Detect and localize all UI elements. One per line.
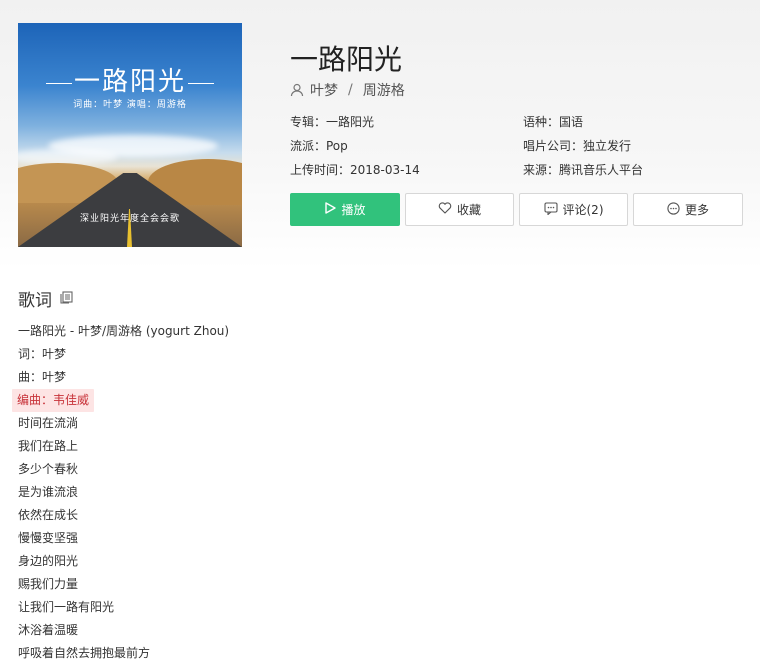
artist-line: 叶梦 / 周游格: [290, 80, 405, 100]
lyric-line: 曲：叶梦: [18, 370, 67, 384]
song-title: 一路阳光: [290, 43, 403, 76]
lyric-line-row: 我们在路上: [18, 435, 518, 458]
comment-icon: [543, 201, 558, 218]
lyric-line-row: 多少个春秋: [18, 458, 518, 481]
lyric-line: 慢慢变坚强: [18, 531, 79, 545]
lyric-line: 沐浴着温暖: [18, 623, 79, 637]
lyric-line: 赐我们力量: [18, 577, 79, 591]
play-label: 播放: [341, 203, 366, 217]
lyric-line: 依然在成长: [18, 508, 79, 522]
lyric-line: 呼吸着自然去拥抱最前方: [18, 646, 151, 660]
lyric-line: 身边的阳光: [18, 554, 79, 568]
lyric-line-row: 呼吸着自然去拥抱最前方: [18, 642, 518, 665]
lyric-line-row: 一路阳光 - 叶梦/周游格 (yogurt Zhou): [18, 320, 518, 343]
lyric-line-row: 曲：叶梦: [18, 366, 518, 389]
lyric-line-row: 依然在成长: [18, 504, 518, 527]
lyric-line: 词：叶梦: [18, 347, 67, 361]
heart-icon: [438, 202, 452, 217]
source-info: 来源：腾讯音乐人平台: [523, 163, 644, 177]
album-cover[interactable]: 一路阳光 词曲：叶梦 演唱：周游格 深业阳光年度全会会歌: [18, 23, 242, 247]
lyric-line: 让我们一路有阳光: [18, 600, 115, 614]
artist-link[interactable]: 叶梦: [310, 80, 338, 100]
comment-label: 评论(2): [562, 203, 604, 217]
upload-date-info: 上传时间：2018-03-14: [290, 163, 420, 177]
lyric-line-row: 慢慢变坚强: [18, 527, 518, 550]
lyric-line: 时间在流淌: [18, 416, 79, 430]
artist-link[interactable]: 周游格: [363, 80, 405, 100]
language-info: 语种：国语: [523, 115, 584, 129]
artist-separator: /: [348, 82, 353, 98]
lyrics-heading-text: 歌词: [18, 291, 52, 311]
lyrics-list: 一路阳光 - 叶梦/周游格 (yogurt Zhou) 词：叶梦曲：叶梦编曲：韦佳…: [12, 320, 518, 665]
lyric-line: 一路阳光 - 叶梦/周游格 (yogurt Zhou): [18, 324, 230, 338]
lyric-line-row: 词：叶梦: [18, 343, 518, 366]
lyrics-heading: 歌词: [18, 286, 73, 311]
lyric-line-row: 编曲：韦佳威: [12, 389, 518, 412]
lyric-line: 是为谁流浪: [18, 485, 79, 499]
lyric-line: 多少个春秋: [18, 462, 79, 476]
lyric-line-active: 编曲：韦佳威: [12, 389, 95, 412]
lyric-line: 我们在路上: [18, 439, 79, 453]
lyric-line-row: 是为谁流浪: [18, 481, 518, 504]
album-info[interactable]: 专辑：一路阳光: [290, 113, 374, 130]
label-info: 唱片公司：独立发行: [523, 139, 632, 153]
more-label: 更多: [684, 203, 709, 217]
genre-info: 流派：Pop: [290, 139, 348, 153]
lyric-line-row: 时间在流淌: [18, 412, 518, 435]
lyric-line-row: 沐浴着温暖: [18, 619, 518, 642]
cover-subtitle: 词曲：叶梦 演唱：周游格: [73, 100, 187, 110]
user-icon: [290, 83, 304, 97]
favorite-button[interactable]: 收藏: [405, 193, 514, 226]
lyric-line-row: 身边的阳光: [18, 550, 518, 573]
more-button[interactable]: 更多: [633, 193, 743, 226]
copy-icon[interactable]: [60, 289, 73, 309]
favorite-label: 收藏: [456, 203, 481, 217]
play-button[interactable]: 播放: [290, 193, 400, 226]
play-icon: [324, 202, 337, 217]
cover-title: 一路阳光: [18, 61, 242, 98]
more-icon: [667, 201, 680, 218]
cover-bottom-text: 深业阳光年度全会会歌: [79, 214, 180, 224]
lyric-line-row: 让我们一路有阳光: [18, 596, 518, 619]
lyric-line-row: 赐我们力量: [18, 573, 518, 596]
comment-button[interactable]: 评论(2): [519, 193, 628, 226]
